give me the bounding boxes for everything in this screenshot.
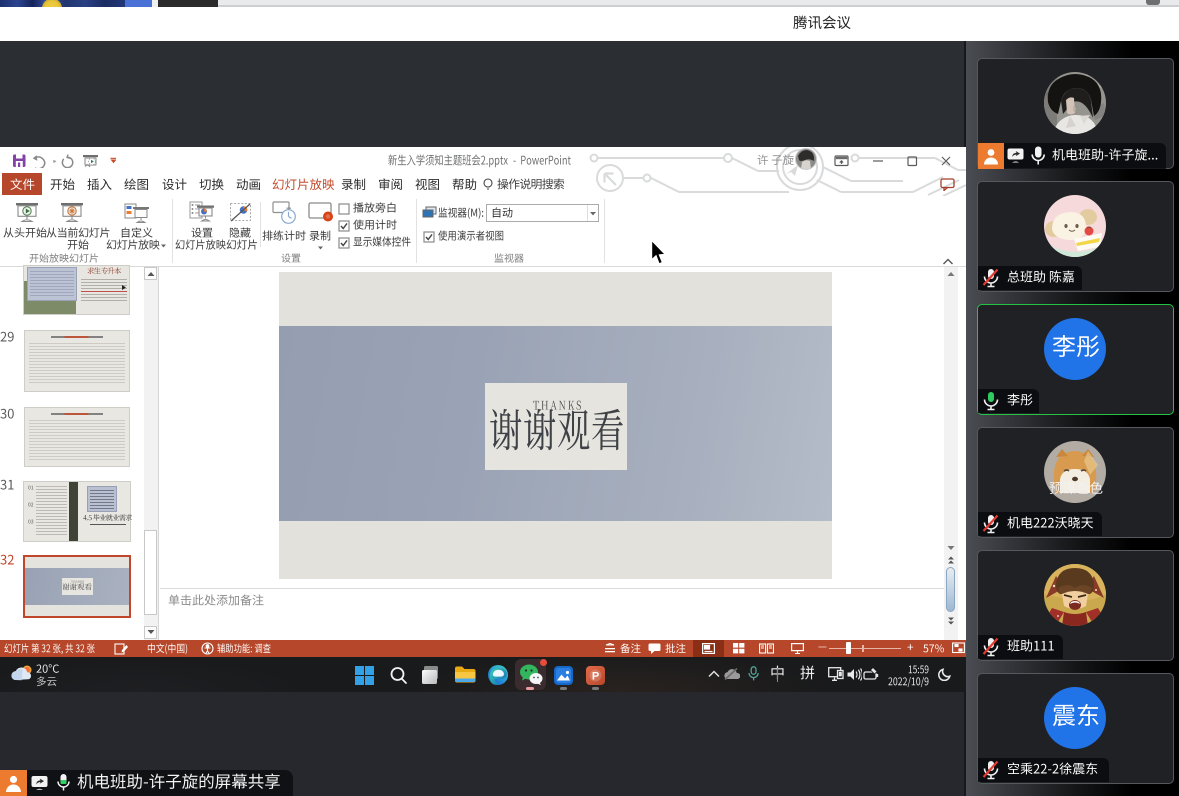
svg-text:P: P [592, 671, 599, 683]
